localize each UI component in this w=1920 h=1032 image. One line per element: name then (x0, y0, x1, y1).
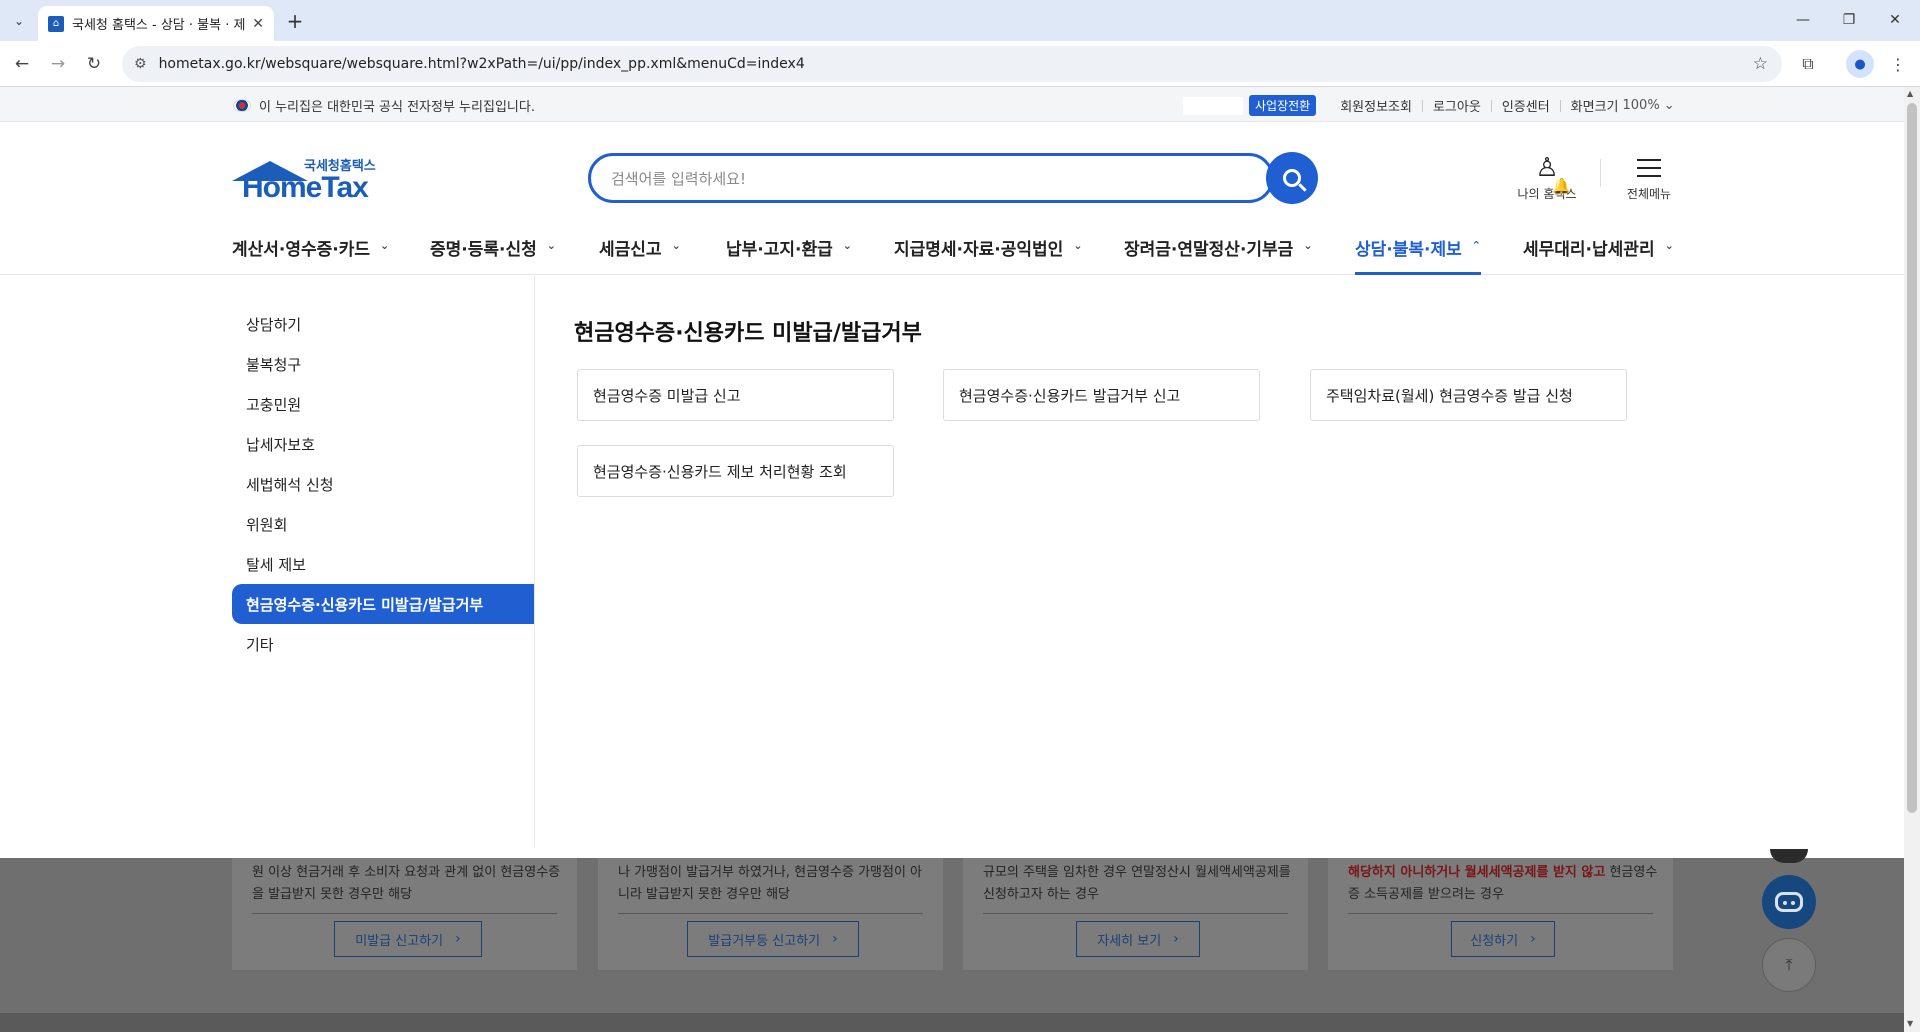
menu-card-rent-receipt[interactable]: 주택임차료(월세) 현금영수증 발급 신청 (1310, 369, 1627, 421)
my-hometax-label: 나의 홈택스 (1517, 187, 1577, 201)
profile-avatar-icon[interactable]: ● (1846, 50, 1874, 78)
reload-icon[interactable]: ↻ (80, 50, 108, 78)
gnb-item-payment-statement[interactable]: 지급명세·자료·공익법인 ⌄ (894, 227, 1083, 275)
hometax-page: 이 누리집은 대한민국 공식 전자정부 누리집입니다. 사업장전환 회원정보조회… (0, 87, 1904, 1032)
arrow-up-icon: ⤒ (1785, 955, 1793, 974)
new-tab-icon[interactable]: + (282, 8, 308, 34)
hometax-logo[interactable]: 국세청홈택스 HomeTax (232, 153, 382, 204)
bookmark-star-icon[interactable]: ☆ (1753, 54, 1768, 74)
menu-card-refusal-report[interactable]: 현금영수증·신용카드 발급거부 신고 (943, 369, 1260, 421)
submenu-item-appeal[interactable]: 불복청구 (232, 344, 534, 384)
page-scrollbar[interactable]: ▲ ▼ (1904, 87, 1920, 1032)
bg-card-rent: 규모의 주택을 임차한 경우 연말정산시 월세액세액공제를 신청하고자 하는 경… (963, 858, 1308, 970)
gnb-item-tax-filing[interactable]: 세금신고 ⌄ (599, 227, 681, 275)
robot-icon (1775, 892, 1803, 912)
search-icon (1283, 169, 1301, 187)
chevron-right-icon: › (455, 931, 461, 947)
submenu-item-tax-evasion[interactable]: 탈세 제보 (232, 544, 534, 584)
search-button[interactable] (1266, 152, 1318, 204)
browser-menu-icon[interactable]: ⋮ (1884, 50, 1912, 78)
zoom-select[interactable]: 100% ⌄ (1623, 98, 1675, 113)
chevron-down-icon: ⌄ (1073, 239, 1083, 252)
all-menu-button[interactable]: 전체메뉴 (1614, 151, 1684, 202)
minimize-icon[interactable]: — (1780, 6, 1826, 34)
search-input[interactable]: 검색어를 입력하세요! (588, 153, 1274, 203)
tab-title: 국세청 홈택스 - 상담 · 불복 · 제보 (72, 18, 247, 33)
section-title: 현금영수증·신용카드 미발급/발급거부 (574, 321, 922, 346)
gnb-item-certificate[interactable]: 증명·등록·신청 ⌄ (430, 227, 556, 275)
browser-toolbar: ← → ↻ ⚙ hometax.go.kr/websquare/websquar… (0, 41, 1920, 87)
browser-tab-strip: ⌄ ⌂ 국세청 홈택스 - 상담 · 불복 · 제보 ✕ + — ❐ ✕ (0, 0, 1920, 41)
menu-card-unissued-report[interactable]: 현금영수증 미발급 신고 (577, 369, 894, 421)
screen-size-label: 화면크기 (1570, 100, 1619, 115)
extensions-icon[interactable]: ⧉ (1794, 50, 1822, 78)
submenu-item-cash-receipt[interactable]: 현금영수증·신용카드 미발급/발급거부 (232, 584, 534, 624)
gov-official-strip: 이 누리집은 대한민국 공식 전자정부 누리집입니다. 사업장전환 회원정보조회… (0, 87, 1904, 122)
chevron-down-icon: ⌄ (1303, 239, 1313, 252)
scroll-thumb[interactable] (1907, 103, 1917, 813)
submenu-item-consult[interactable]: 상담하기 (232, 304, 534, 344)
chevron-down-icon: ⌄ (380, 239, 390, 252)
my-hometax-button[interactable]: ♙ 🔔 나의 홈택스 (1512, 151, 1582, 202)
gnb-item-tax-agent[interactable]: 세무대리·납세관리 ⌄ (1523, 227, 1674, 275)
scroll-down-icon[interactable]: ▼ (1907, 1019, 1913, 1028)
submenu-item-tax-law[interactable]: 세법해석 신청 (232, 464, 534, 504)
chevron-down-icon: ⌄ (842, 239, 852, 252)
chevron-down-icon: ⌄ (671, 239, 681, 252)
chevron-down-icon: ⌄ (1664, 239, 1674, 252)
submenu-item-etc[interactable]: 기타 (232, 624, 534, 664)
chatbot-button[interactable] (1762, 875, 1816, 929)
gnb-item-consultation[interactable]: 상담·불복·제보 ⌃ (1355, 227, 1481, 275)
scroll-up-icon[interactable]: ▲ (1907, 89, 1913, 98)
bg-card-unissued: 원 이상 현금거래 후 소비자 요청과 관계 없이 현금영수증을 발급받지 못한… (232, 858, 577, 970)
scroll-top-button[interactable]: ⤒ (1762, 938, 1816, 992)
chevron-right-icon: › (832, 931, 838, 947)
address-bar[interactable]: ⚙ hometax.go.kr/websquare/websquare.html… (122, 46, 1782, 82)
submenu-content (536, 276, 1904, 847)
gnb-item-payment[interactable]: 납부·고지·환급 ⌄ (726, 227, 852, 275)
apply-button[interactable]: 신청하기 › (1451, 921, 1555, 957)
logo-text: HomeTax (242, 171, 369, 204)
chevron-right-icon: › (1530, 931, 1536, 947)
close-window-icon[interactable]: ✕ (1872, 6, 1918, 34)
all-menu-label: 전체메뉴 (1626, 187, 1672, 201)
restore-icon[interactable]: ❐ (1826, 6, 1872, 34)
main-nav: 계산서·영수증·카드 ⌄ 증명·등록·신청 ⌄ 세금신고 ⌄ 납부·고지·환급 ⌄ 지급… (0, 227, 1904, 275)
view-details-button[interactable]: 자세히 보기 › (1076, 921, 1200, 957)
gnb-item-invoice[interactable]: 계산서·영수증·카드 ⌄ (232, 227, 389, 275)
bg-card-apply: 해당하지 아니하거나 월세세액공제를 받지 않고 현금영수증 소득공제를 받으려… (1328, 858, 1673, 970)
korean-flag-icon (233, 99, 251, 112)
submenu-item-grievance[interactable]: 고충민원 (232, 384, 534, 424)
chevron-down-icon: ⌄ (546, 239, 556, 252)
submenu-item-committee[interactable]: 위원회 (232, 504, 534, 544)
submenu-item-taxpayer-protection[interactable]: 납세자보호 (232, 424, 534, 464)
menu-card-report-status[interactable]: 현금영수증·신용카드 제보 처리현황 조회 (577, 445, 894, 497)
url-text: hometax.go.kr/websquare/websquare.html?w… (158, 56, 805, 72)
gnb-item-incentive[interactable]: 장려금·연말정산·기부금 ⌄ (1124, 227, 1313, 275)
close-tab-icon[interactable]: ✕ (252, 16, 264, 32)
chevron-right-icon: › (1173, 931, 1179, 947)
user-bell-icon: ♙ 🔔 (1535, 153, 1571, 195)
hamburger-icon (1637, 159, 1661, 177)
browser-tab[interactable]: ⌂ 국세청 홈택스 - 상담 · 불복 · 제보 ✕ (38, 6, 274, 41)
forward-icon[interactable]: → (44, 50, 72, 78)
chevron-up-icon: ⌃ (1471, 239, 1481, 252)
refusal-report-button[interactable]: 발급거부등 신고하기 › (687, 921, 859, 957)
submenu-panel: 상담하기 불복청구 고충민원 납세자보호 세법해석 신청 위원회 탈세 제보 현… (0, 276, 535, 847)
business-switch-button[interactable]: 사업장전환 (1249, 95, 1317, 116)
back-icon[interactable]: ← (8, 50, 36, 78)
site-info-icon[interactable]: ⚙ (134, 56, 147, 72)
member-info-link[interactable]: 회원정보조회 (1340, 96, 1412, 115)
hometax-favicon-icon: ⌂ (48, 15, 64, 32)
utility-links: 사업장전환 회원정보조회 로그아웃 인증센터 화면크기 100% ⌄ (1183, 95, 1675, 116)
bg-card-refusal: 나 가맹점이 발급거부 하였거나, 현금영수증 가맹점이 아니라 발급받지 못한… (598, 858, 943, 970)
unissued-report-button[interactable]: 미발급 신고하기 › (334, 921, 482, 957)
cert-center-link[interactable]: 인증센터 (1502, 96, 1550, 115)
logout-link[interactable]: 로그아웃 (1433, 96, 1481, 115)
gov-notice-text: 이 누리집은 대한민국 공식 전자정부 누리집입니다. (259, 100, 535, 115)
tab-search-dropdown-icon[interactable]: ⌄ (6, 8, 32, 34)
